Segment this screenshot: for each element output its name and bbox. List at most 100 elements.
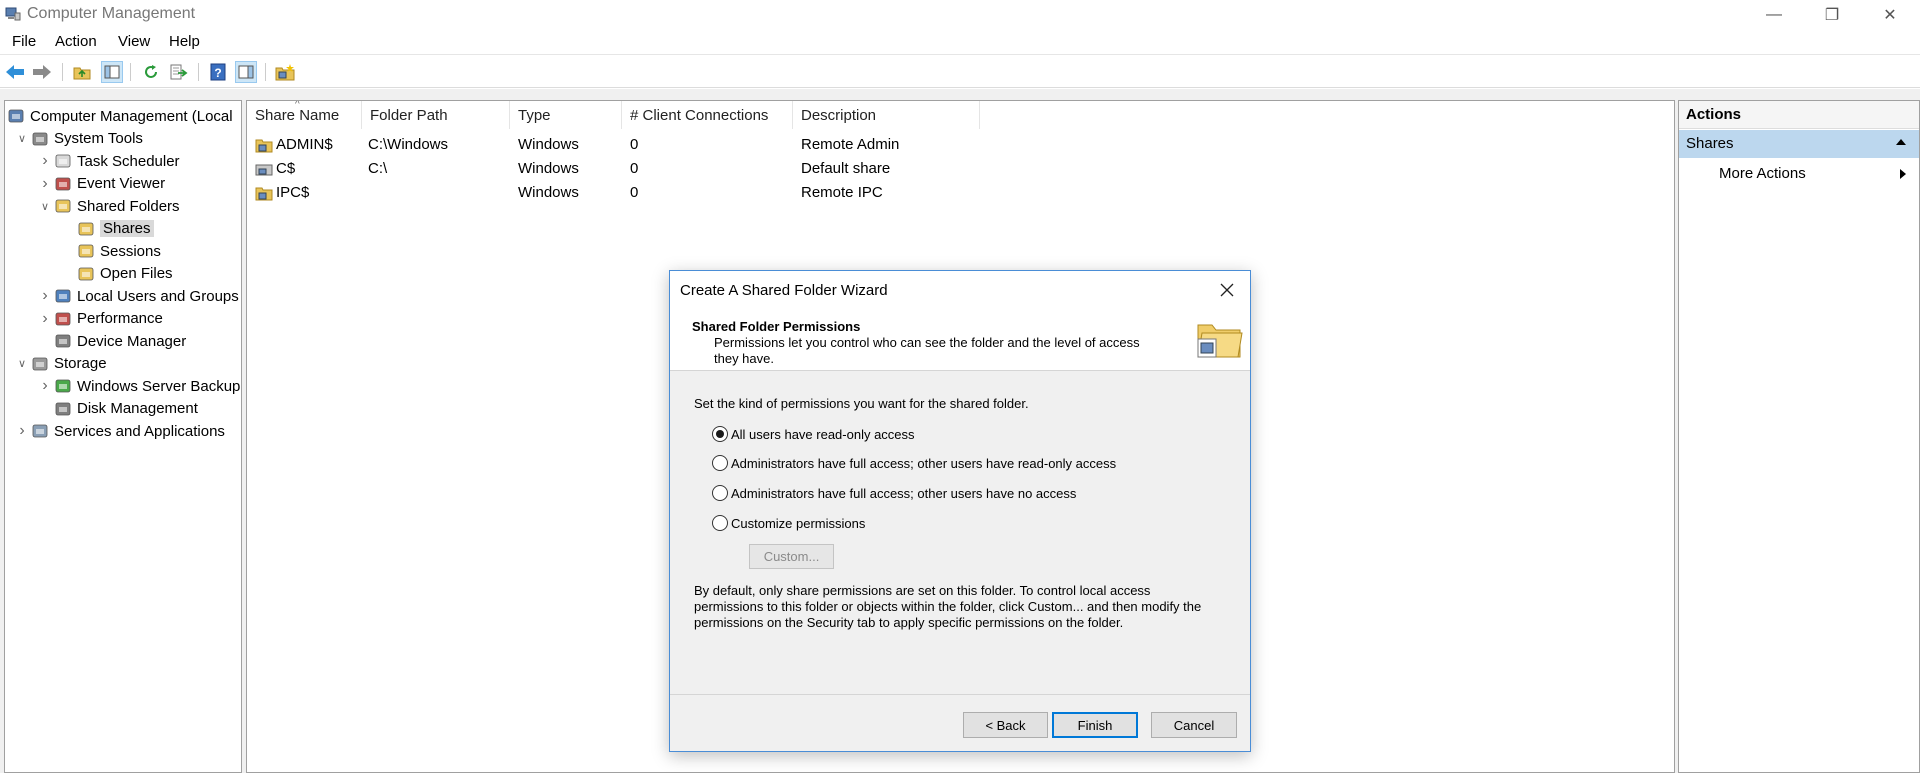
folder-path-cell: C:\Windows [368,136,449,153]
description-cell: Remote Admin [801,136,900,153]
tree-item[interactable]: ∨ Storage [13,353,107,375]
tree-item[interactable]: Shares [59,218,154,240]
share-icon [255,139,273,153]
chevron-down-icon[interactable]: ∨ [13,357,31,370]
column-header-description[interactable]: Description [793,101,980,129]
title-bar: Computer Management — ❐ ✕ [0,0,1920,29]
show-hide-action-pane-button[interactable] [235,61,257,83]
tree-item[interactable]: Device Manager [36,330,186,352]
column-header-folder-path[interactable]: Folder Path [362,101,510,129]
radio-admin-full-others-read[interactable]: Administrators have full access; other u… [712,455,1116,471]
tree-item[interactable]: ∨ Shared Folders [36,195,180,217]
connections-cell: 0 [630,184,639,201]
table-row[interactable]: IPC$ Windows 0 Remote IPC [247,181,1147,205]
tree-item-label: Shared Folders [77,197,180,215]
column-header-type[interactable]: Type [510,101,622,129]
radio-button[interactable] [712,515,728,531]
disk-management-icon [54,400,72,418]
tree-item-label: Task Scheduler [77,152,180,170]
tree-item[interactable]: › Windows Server Backup [36,375,240,397]
close-button[interactable]: ✕ [1861,0,1919,29]
tree-item[interactable]: Computer Management (Local [7,105,233,127]
show-hide-console-tree-button[interactable] [101,61,123,83]
help-button[interactable]: ? [207,61,229,83]
tree-item[interactable]: Disk Management [36,398,198,420]
back-button[interactable]: < Back [963,712,1048,738]
actions-section-shares[interactable]: Shares [1679,130,1919,158]
wizard-page-title: Shared Folder Permissions [692,319,861,334]
column-header-client-connections[interactable]: # Client Connections [622,101,793,129]
tree-item-label: Storage [54,355,107,372]
menu-view[interactable]: View [118,33,150,50]
radio-admin-full-others-none[interactable]: Administrators have full access; other u… [712,485,1076,501]
export-list-button[interactable] [168,61,190,83]
radio-button-checked[interactable] [712,426,728,442]
computer-management-icon [7,107,25,125]
tree-item[interactable]: › Services and Applications [13,420,225,442]
finish-button[interactable]: Finish [1052,712,1138,738]
event-viewer-icon [54,175,72,193]
shared-folder-icon [1197,324,1243,358]
menu-action[interactable]: Action [55,33,97,50]
permissions-intro-text: Set the kind of permissions you want for… [694,396,1029,411]
radio-button[interactable] [712,485,728,501]
chevron-down-icon[interactable]: ∨ [13,132,31,145]
chevron-right-icon[interactable]: › [36,152,54,170]
device-manager-icon [54,332,72,350]
minimize-button[interactable]: — [1745,0,1803,29]
table-row[interactable]: ADMIN$ C:\Windows Windows 0 Remote Admin [247,133,1147,157]
cancel-button[interactable]: Cancel [1151,712,1237,738]
up-one-level-button[interactable] [71,61,93,83]
type-cell: Windows [518,184,579,201]
chevron-right-icon[interactable]: › [36,310,54,328]
chevron-right-icon[interactable]: › [13,422,31,440]
folder-path-cell: C:\ [368,160,388,177]
tree-item-label: Open Files [100,265,173,282]
radio-customize-permissions[interactable]: Customize permissions [712,515,865,531]
dialog-title-bar: Create A Shared Folder Wizard [670,271,1250,309]
forward-arrow-icon [33,65,51,79]
menu-file[interactable]: File [12,33,36,50]
table-row[interactable]: C$ C:\ Windows 0 Default share [247,157,1147,181]
new-share-button[interactable] [274,61,296,83]
shared-folder-icon [54,197,72,215]
custom-button[interactable]: Custom... [749,544,834,569]
permissions-note: By default, only share permissions are s… [694,583,1202,630]
restore-button[interactable]: ❐ [1803,0,1861,29]
actions-pane: Actions Shares More Actions [1678,100,1920,773]
radio-read-only-all[interactable]: All users have read-only access [712,426,915,442]
help-icon: ? [210,63,226,81]
tree-item[interactable]: › Task Scheduler [36,150,180,172]
system-tools-icon [31,130,49,148]
tree-item-label: System Tools [54,130,143,147]
back-button[interactable] [4,61,26,83]
dialog-close-button[interactable] [1214,277,1240,303]
share-icon [255,164,273,176]
tree-item[interactable]: › Performance [36,308,163,330]
tree-item[interactable]: › Local Users and Groups [36,285,238,307]
menu-help[interactable]: Help [169,33,200,50]
users-icon [54,287,72,305]
sessions-icon [77,242,95,260]
export-list-icon [170,64,188,80]
column-header-share-name[interactable]: Share Name [247,101,362,129]
type-cell: Windows [518,136,579,153]
more-actions-item[interactable]: More Actions [1719,165,1806,182]
refresh-button[interactable] [140,61,162,83]
create-shared-folder-wizard-dialog: Create A Shared Folder Wizard Shared Fol… [669,270,1251,752]
chevron-down-icon[interactable]: ∨ [36,200,54,213]
tree-item-label: Services and Applications [54,422,225,440]
radio-button[interactable] [712,455,728,471]
show-hide-console-tree-icon [104,65,120,79]
show-hide-action-pane-icon [238,65,254,79]
tree-item[interactable]: › Event Viewer [36,173,165,195]
forward-button[interactable] [31,61,53,83]
tree-item[interactable]: Open Files [59,263,173,285]
chevron-right-icon[interactable]: › [36,175,54,193]
chevron-right-icon[interactable]: › [36,377,54,395]
tree-item[interactable]: Sessions [59,240,161,262]
connections-cell: 0 [630,136,639,153]
chevron-right-icon[interactable]: › [36,287,54,305]
minimize-icon: — [1766,5,1782,23]
tree-item[interactable]: ∨ System Tools [13,128,143,150]
